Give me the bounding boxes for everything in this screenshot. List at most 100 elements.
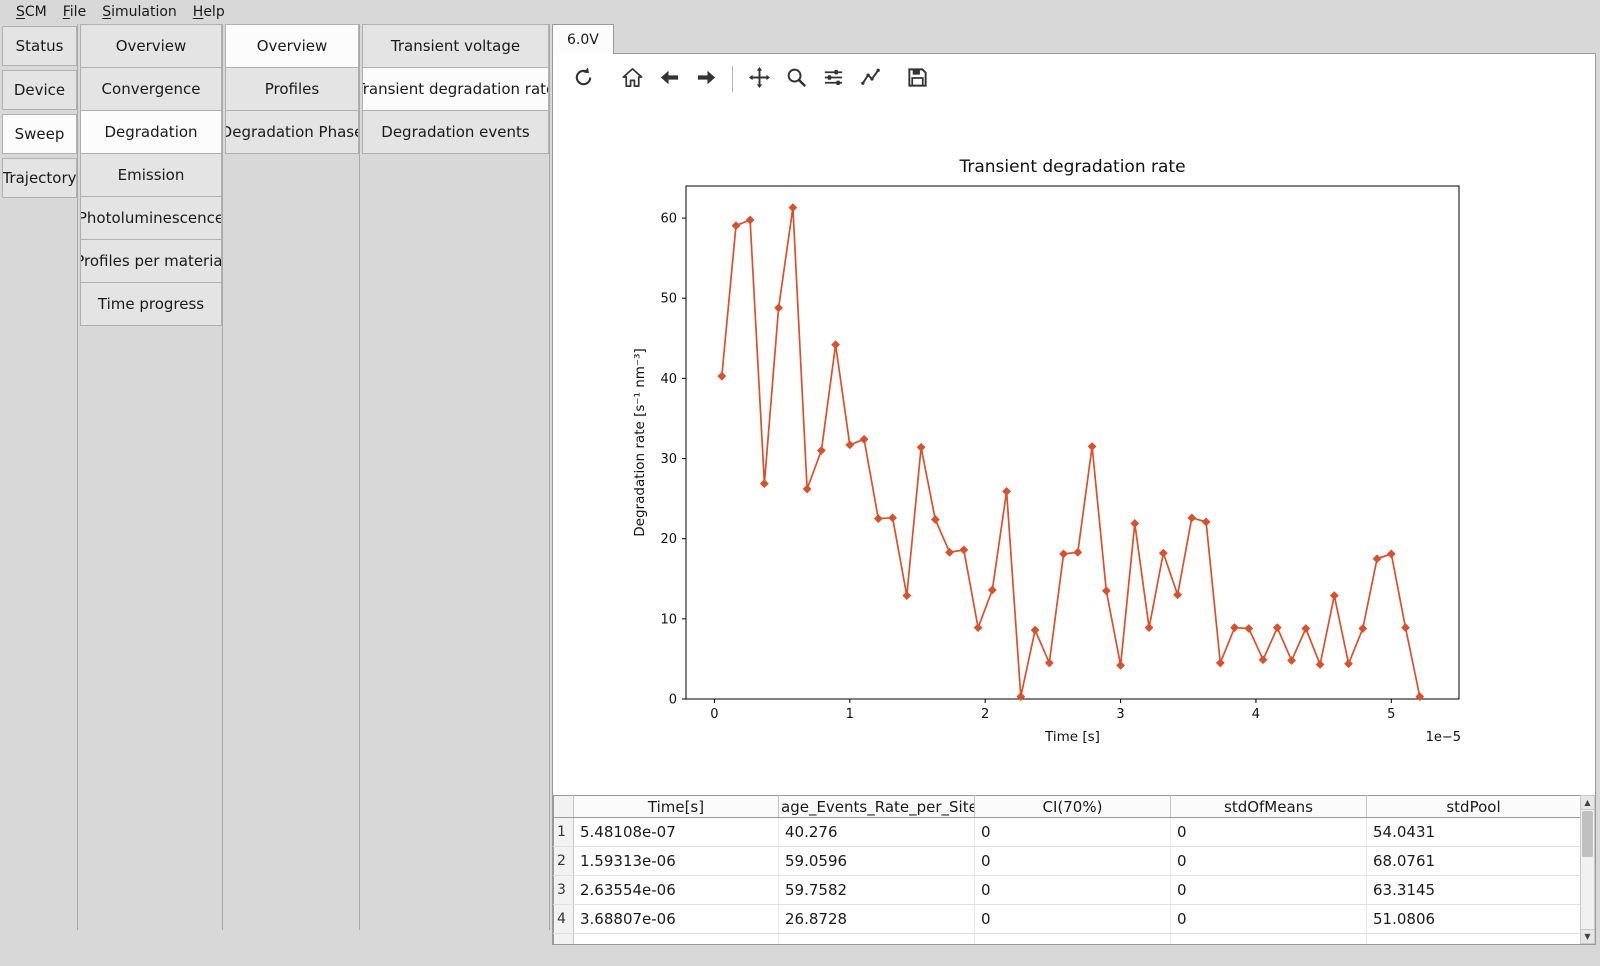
subplots-button[interactable] [819,65,847,93]
svg-text:0: 0 [669,693,677,708]
home-button[interactable] [618,65,646,93]
table-cell[interactable]: 1.59313e-06 [574,847,779,876]
table-cell[interactable]: 26.8728 [779,905,975,934]
table-corner-cell [554,796,574,818]
table-cell[interactable]: 2.63554e-06 [574,876,779,905]
scroll-down-icon[interactable]: ▼ [1581,929,1594,943]
scroll-up-icon[interactable]: ▲ [1581,796,1594,810]
svg-text:0: 0 [710,707,718,722]
tab-degradation-phase[interactable]: Degradation Phase [225,110,359,154]
tab-overview[interactable]: Overview [225,24,359,68]
table-header-row: Time[s]age_Events_Rate_per_Site_[sCI(70%… [554,796,1581,818]
table-cell[interactable]: 3.68807e-06 [574,905,779,934]
menu-simulation[interactable]: Simulation [94,3,185,21]
table-cell[interactable]: 40.276 [779,818,975,847]
svg-text:1: 1 [846,707,854,722]
table-cell[interactable]: 59.0596 [779,847,975,876]
table-cell[interactable]: 5.48108e-07 [574,818,779,847]
plot-settings-button[interactable] [856,65,884,93]
table-cell[interactable]: 0 [975,876,1171,905]
column-header-stdpool[interactable]: stdPool [1367,796,1581,818]
subplots-icon [822,66,845,93]
table-cell[interactable]: 54.0431 [1367,818,1581,847]
column-header-age-events-rate-per-site-s[interactable]: age_Events_Rate_per_Site_[s [779,796,975,818]
tab-profiles[interactable]: Profiles [225,67,359,111]
nav-level-1: StatusDeviceSweepTrajectory [2,24,78,930]
nav-level-4: Transient voltageTransient degradation r… [362,24,550,930]
tab-emission[interactable]: Emission [80,153,222,197]
svg-text:50: 50 [660,292,677,307]
tab-degradation[interactable]: Degradation [80,110,222,154]
svg-text:60: 60 [660,212,677,227]
panel-body: Transient degradation rate01234501020304… [552,53,1596,945]
refresh-button[interactable] [569,65,597,93]
scrollbar-thumb[interactable] [1582,811,1593,857]
plot-toolbar [553,54,1595,104]
table-scrollbar[interactable]: ▲ ▼ [1580,795,1595,944]
table-cell[interactable]: 0 [1171,847,1367,876]
column-header-stdofmeans[interactable]: stdOfMeans [1171,796,1367,818]
row-number: 3 [554,876,574,905]
tab-overview[interactable]: Overview [80,24,222,68]
back-icon [658,66,681,93]
table-cell[interactable]: 0 [975,847,1171,876]
back-button[interactable] [655,65,683,93]
table-cell[interactable]: 51.0806 [1367,905,1581,934]
chart-canvas[interactable]: Transient degradation rate01234501020304… [553,104,1595,794]
tab-degradation-events[interactable]: Degradation events [362,110,549,154]
svg-text:20: 20 [660,532,677,547]
menu-scm[interactable]: SCM [8,3,55,21]
app-window: SCMFileSimulationHelp StatusDeviceSweepT… [0,0,1600,966]
table-cell[interactable]: 68.0761 [1367,847,1581,876]
tab-transient-degradation-rate[interactable]: Transient degradation rate [362,67,549,111]
table-cell[interactable]: 0 [975,818,1171,847]
table-row: 32.63554e-0659.75820063.3145 [554,876,1581,905]
svg-text:10: 10 [660,612,677,627]
table-row: 43.68807e-0626.87280051.0806 [554,905,1581,934]
nav-level-3: OverviewProfilesDegradation Phase [225,24,360,930]
column-header-ci-70[interactable]: CI(70%) [975,796,1171,818]
save-button[interactable] [903,65,931,93]
svg-text:1e−5: 1e−5 [1426,730,1461,745]
menu-file[interactable]: File [55,3,94,21]
zoom-button[interactable] [782,65,810,93]
zoom-icon [785,66,808,93]
home-icon [621,66,644,93]
data-table: Time[s]age_Events_Rate_per_Site_[sCI(70%… [553,795,1581,944]
tab-transient-voltage[interactable]: Transient voltage [362,24,549,68]
row-number: 4 [554,905,574,934]
tab-convergence[interactable]: Convergence [80,67,222,111]
table-cell[interactable]: 63.3145 [1367,876,1581,905]
row-number: 2 [554,847,574,876]
svg-text:Transient degradation rate: Transient degradation rate [958,157,1185,177]
svg-text:3: 3 [1116,707,1124,722]
forward-button[interactable] [692,65,720,93]
tab-status[interactable]: Status [2,26,77,66]
tab-trajectory[interactable]: Trajectory [2,158,77,198]
tab-photoluminescence[interactable]: Photoluminescence [80,196,222,240]
tab-time-progress[interactable]: Time progress [80,282,222,326]
voltage-tabbar: 6.0V [552,24,1596,53]
table-cell[interactable]: 0 [1171,818,1367,847]
toolbar-separator [732,66,733,92]
tab-profiles-per-material[interactable]: Profiles per material [80,239,222,283]
table-cell[interactable]: 59.7582 [779,876,975,905]
svg-text:4: 4 [1252,707,1260,722]
forward-icon [695,66,718,93]
main-panel: 6.0V Transient degradation rate012345010… [552,24,1596,945]
table-cell[interactable]: 0 [1171,905,1367,934]
save-icon [906,66,929,93]
tab-sweep[interactable]: Sweep [2,114,77,154]
tab-device[interactable]: Device [2,70,77,110]
table-area: Time[s]age_Events_Rate_per_Site_[sCI(70%… [553,794,1595,944]
degradation-chart[interactable]: Transient degradation rate01234501020304… [553,104,1595,794]
pan-button[interactable] [745,65,773,93]
svg-text:Degradation rate [s⁻¹ nm⁻³]: Degradation rate [s⁻¹ nm⁻³] [632,348,648,536]
tab-6-0v[interactable]: 6.0V [552,24,614,54]
menu-help[interactable]: Help [185,3,233,21]
column-header-time-s[interactable]: Time[s] [574,796,779,818]
table-cell[interactable]: 0 [1171,876,1367,905]
table-cell[interactable]: 0 [975,905,1171,934]
svg-text:30: 30 [660,452,677,467]
svg-text:Time [s]: Time [s] [1044,729,1100,745]
